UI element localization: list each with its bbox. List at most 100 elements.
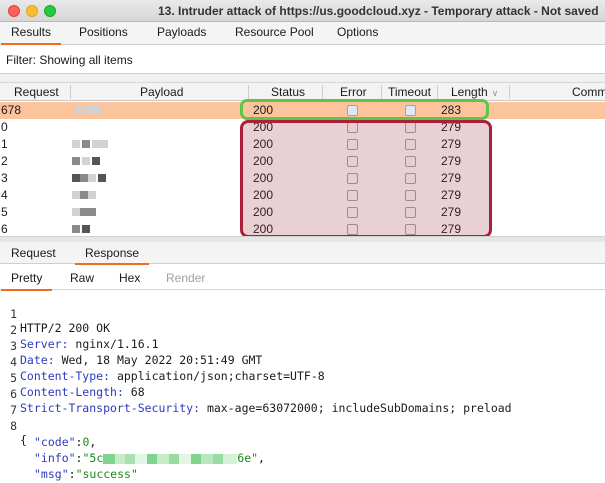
redacted-value — [169, 453, 180, 464]
redacted-payload — [88, 174, 96, 182]
header-value: nginx/1.16.1 — [75, 337, 159, 351]
tab-positions[interactable]: Positions — [79, 25, 128, 39]
spacer — [0, 74, 605, 82]
redacted-value — [125, 453, 136, 464]
code-line: 7 — [0, 389, 28, 417]
filter-text[interactable]: Filter: Showing all items — [6, 53, 133, 67]
highlight-annotation-green — [240, 99, 489, 120]
redacted-value — [191, 453, 202, 464]
redacted-payload — [80, 191, 88, 199]
tab-resource-pool[interactable]: Resource Pool — [235, 25, 314, 39]
json-value-prefix: "5c — [82, 451, 104, 465]
redacted-payload — [100, 140, 108, 148]
tab-hex[interactable]: Hex — [119, 271, 140, 285]
code-line: "code":0, — [34, 435, 97, 449]
code-line: } — [0, 467, 28, 483]
column-separator[interactable] — [248, 85, 249, 99]
response-editor[interactable]: 1 HTTP/2 200 OK 2 Server: nginx/1.16.1 3… — [0, 291, 605, 483]
tab-response[interactable]: Response — [74, 246, 150, 265]
request-cell: 6 — [1, 222, 8, 235]
redacted-payload — [75, 106, 83, 114]
redacted-value — [135, 453, 148, 464]
redacted-value — [223, 453, 238, 464]
code-line: 3 Date: Wed, 18 May 2022 20:51:49 GMT — [0, 325, 262, 367]
redacted-payload — [80, 208, 88, 216]
code-line: 6 Strict-Transport-Security: max-age=630… — [0, 373, 512, 415]
tab-options[interactable]: Options — [337, 25, 378, 39]
redacted-payload — [72, 225, 80, 233]
column-payload[interactable]: Payload — [140, 85, 183, 99]
code-line: 5 Content-Length: 68 — [0, 357, 145, 399]
tab-payloads[interactable]: Payloads — [157, 25, 206, 39]
close-window-button[interactable] — [8, 5, 20, 17]
column-separator[interactable] — [437, 85, 438, 99]
column-status[interactable]: Status — [271, 85, 305, 99]
tab-raw[interactable]: Raw — [70, 271, 94, 285]
json-value-suffix: 6e" — [237, 451, 259, 465]
request-cell: 1 — [1, 137, 8, 151]
redacted-value — [213, 453, 224, 464]
tab-request[interactable]: Request — [11, 246, 56, 260]
tab-pretty[interactable]: Pretty — [0, 271, 53, 291]
sort-arrow-icon: ∨ — [491, 88, 499, 98]
redacted-payload — [80, 174, 88, 182]
minimize-window-button[interactable] — [26, 5, 38, 17]
header-value: Wed, 18 May 2022 20:51:49 GMT — [61, 353, 263, 367]
redacted-value — [115, 453, 126, 464]
tab-render: Render — [166, 271, 206, 285]
tab-results[interactable]: Results — [0, 25, 62, 45]
column-comment[interactable]: Comment — [572, 85, 605, 99]
code-line: 4 Content-Type: application/json;charset… — [0, 341, 325, 383]
code-line: 2 Server: nginx/1.16.1 — [0, 309, 158, 351]
filter-bar[interactable]: Filter: Showing all items — [0, 46, 605, 74]
column-separator[interactable] — [322, 85, 323, 99]
redacted-payload — [85, 106, 93, 114]
json-key: "code" — [34, 435, 76, 449]
window-title: 13. Intruder attack of https://us.goodcl… — [158, 4, 599, 18]
column-separator[interactable] — [509, 85, 510, 99]
header-value: 68 — [130, 385, 145, 399]
json-value: "success" — [75, 467, 138, 481]
request-cell: 5 — [1, 205, 8, 219]
redacted-payload — [72, 174, 80, 182]
redacted-payload — [92, 157, 100, 165]
redacted-payload — [88, 208, 96, 216]
column-length[interactable]: Length ∨ — [451, 85, 498, 99]
column-length-label: Length — [451, 85, 488, 99]
column-separator[interactable] — [70, 85, 71, 99]
json-key: "info" — [34, 451, 76, 465]
redacted-value — [103, 453, 116, 464]
request-cell: 3 — [1, 171, 8, 185]
redacted-value — [179, 453, 192, 464]
message-tab-bar: Request Response — [0, 242, 605, 265]
json-key: "msg" — [34, 467, 69, 481]
redacted-value — [201, 453, 214, 464]
column-separator[interactable] — [381, 85, 382, 99]
zoom-window-button[interactable] — [44, 5, 56, 17]
main-tab-bar: Results Positions Payloads Resource Pool… — [0, 22, 605, 45]
column-timeout[interactable]: Timeout — [388, 85, 431, 99]
header-key: Content-Length — [20, 385, 117, 399]
redacted-payload — [92, 140, 100, 148]
header-key: Strict-Transport-Security — [20, 401, 194, 415]
code-line: 1 HTTP/2 200 OK — [0, 293, 110, 335]
redacted-payload — [98, 174, 106, 182]
request-cell: 678 — [1, 103, 22, 117]
redacted-payload — [82, 225, 90, 233]
request-cell: 2 — [1, 154, 8, 168]
header-value: application/json;charset=UTF-8 — [116, 369, 325, 383]
redacted-payload — [88, 191, 96, 199]
column-request[interactable]: Request — [14, 85, 59, 99]
code-line: 8 { — [0, 405, 28, 447]
redacted-payload — [82, 140, 90, 148]
column-error[interactable]: Error — [340, 85, 367, 99]
highlight-annotation-red — [240, 120, 492, 238]
redacted-payload — [93, 106, 101, 114]
redacted-payload — [72, 208, 80, 216]
view-tab-bar: Pretty Raw Hex Render — [0, 266, 605, 291]
request-cell: 0 — [1, 120, 8, 134]
header-value: max-age=63072000; includeSubDomains; pre… — [206, 401, 512, 415]
redacted-payload — [72, 140, 80, 148]
header-key: Content-Type — [20, 369, 104, 383]
request-cell: 4 — [1, 188, 8, 202]
